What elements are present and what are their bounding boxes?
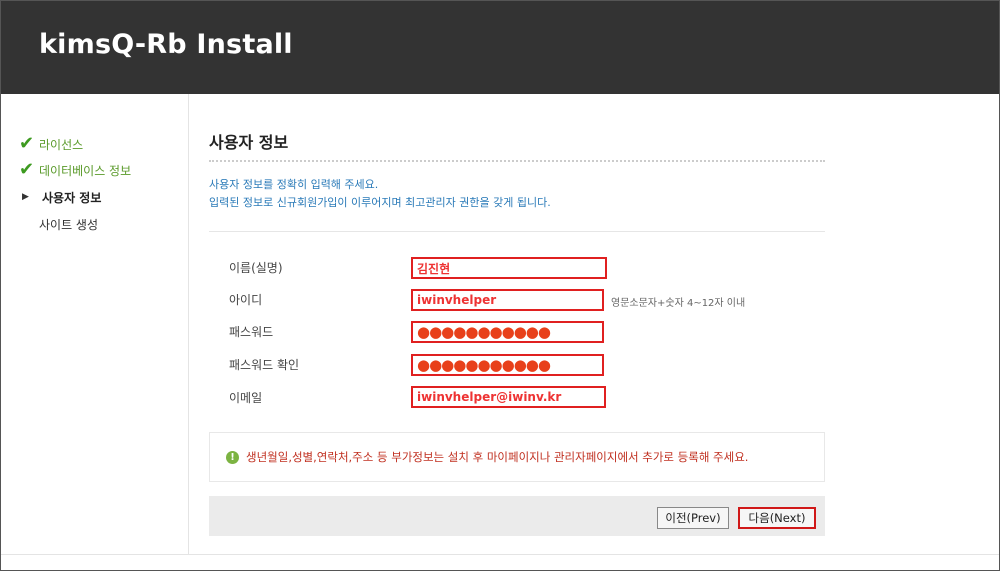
step-database: ✔ 데이터베이스 정보 xyxy=(19,160,131,180)
email-label: 이메일 xyxy=(229,391,263,405)
description-line: 사용자 정보를 정확히 입력해 주세요. xyxy=(209,178,379,191)
step-label: 라이선스 xyxy=(39,137,84,152)
app-title: kimsQ-Rb Install xyxy=(39,29,293,60)
step-license: ✔ 라이선스 xyxy=(19,134,83,154)
divider xyxy=(209,231,825,232)
header-bar: kimsQ-Rb Install xyxy=(1,1,999,94)
footer-divider xyxy=(1,554,999,555)
description: 사용자 정보를 정확히 입력해 주세요. 입력된 정보로 신규회원가입이 이루어… xyxy=(209,176,551,212)
description-line: 입력된 정보로 신규회원가입이 이루어지며 최고관리자 권한을 갖게 됩니다. xyxy=(209,196,551,209)
step-user-info: ▶ 사용자 정보 xyxy=(19,187,101,207)
step-sidebar: ✔ 라이선스 ✔ 데이터베이스 정보 ▶ 사용자 정보 사이트 생성 xyxy=(1,94,189,554)
id-field[interactable]: iwinvhelper xyxy=(411,289,604,311)
page-title: 사용자 정보 xyxy=(209,133,289,152)
divider xyxy=(209,160,825,162)
id-label: 아이디 xyxy=(229,293,263,307)
step-site-create: 사이트 생성 xyxy=(19,214,98,234)
password-confirm-label: 패스워드 확인 xyxy=(229,358,300,372)
check-icon: ✔ xyxy=(19,159,35,180)
notice-text: 생년월일,성별,연락처,주소 등 부가정보는 설치 후 마이페이지나 관리자페이… xyxy=(246,450,749,464)
step-label: 사용자 정보 xyxy=(42,190,102,205)
password-label: 패스워드 xyxy=(229,325,274,339)
exclamation-icon: ! xyxy=(226,450,239,464)
next-button[interactable]: 다음(Next) xyxy=(738,507,816,529)
password-confirm-field[interactable]: ●●●●●●●●●●● xyxy=(411,354,604,376)
step-label: 사이트 생성 xyxy=(39,217,99,232)
step-label: 데이터베이스 정보 xyxy=(39,163,132,178)
password-field[interactable]: ●●●●●●●●●●● xyxy=(411,321,604,343)
name-label: 이름(실명) xyxy=(229,261,283,275)
prev-button[interactable]: 이전(Prev) xyxy=(657,507,729,529)
button-bar: 이전(Prev) 다음(Next) xyxy=(209,496,825,536)
name-field[interactable]: 김진현 xyxy=(411,257,607,279)
check-icon: ✔ xyxy=(19,133,35,154)
arrow-right-icon: ▶ xyxy=(22,192,29,202)
email-field[interactable]: iwinvhelper@iwinv.kr xyxy=(411,386,606,408)
id-hint: 영문소문자+숫자 4~12자 이내 xyxy=(611,298,746,309)
notice-box: ! 생년월일,성별,연락처,주소 등 부가정보는 설치 후 마이페이지나 관리자… xyxy=(209,432,825,482)
